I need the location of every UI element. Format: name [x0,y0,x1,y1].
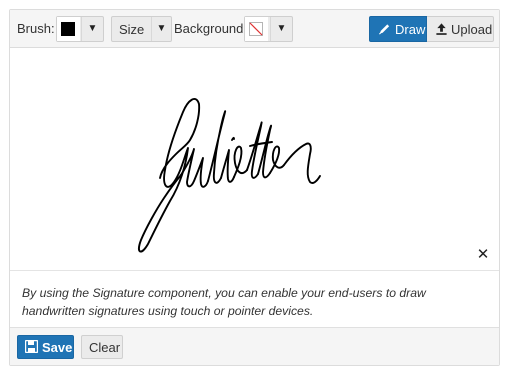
brush-color-swatch [61,22,75,36]
upload-mode-button[interactable]: Upload [427,16,494,42]
background-label: Background: [174,21,247,36]
signature-panel: Brush: ▼ Size ▼ Background: ▼ Draw Uploa… [9,9,500,366]
caret-down-icon[interactable]: ▼ [270,17,292,41]
signature-stroke [138,98,321,253]
signature-footer: Save Clear [10,327,499,365]
size-label: Size [119,22,145,37]
draw-mode-button[interactable]: Draw [369,16,427,42]
save-button[interactable]: Save [17,335,74,359]
signature-toolbar: Brush: ▼ Size ▼ Background: ▼ Draw Uploa… [10,10,499,48]
caret-down-icon[interactable]: ▼ [81,17,103,41]
no-color-icon [249,22,263,36]
brush-label: Brush: [17,21,55,36]
draw-label: Draw [395,22,426,37]
signature-canvas[interactable] [10,48,499,270]
save-label: Save [42,340,73,355]
size-dropdown[interactable]: Size ▼ [111,16,172,42]
brush-color-picker[interactable]: ▼ [56,16,104,42]
pen-icon [378,24,390,35]
background-color-picker[interactable]: ▼ [244,16,293,42]
floppy-disk-icon [25,340,38,353]
upload-icon [436,23,447,35]
clear-button[interactable]: Clear [81,335,123,359]
caret-down-icon[interactable]: ▼ [151,17,171,41]
close-icon[interactable]: ✕ [476,247,490,262]
clear-label: Clear [89,340,121,355]
upload-label: Upload [451,22,493,37]
description-text: By using the Signature component, you ca… [10,270,499,327]
